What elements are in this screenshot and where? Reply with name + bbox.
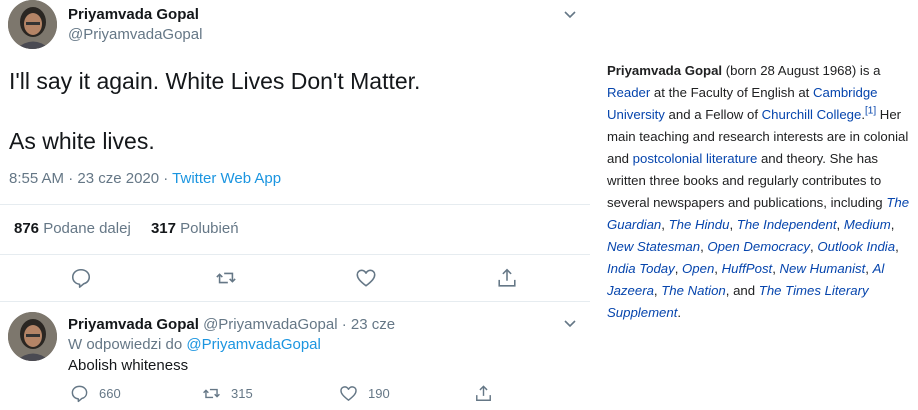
tweet-text-line1: I'll say it again. White Lives Don't Mat… bbox=[9, 68, 421, 94]
avatar[interactable] bbox=[8, 312, 57, 361]
divider bbox=[0, 301, 590, 302]
retweet-icon bbox=[203, 388, 220, 399]
replying-to: W odpowiedzi do @PriyamvadaGopal bbox=[68, 336, 321, 353]
engagement-stats: 876 Podane dalej 317 Polubień bbox=[14, 220, 255, 237]
like-count-button[interactable]: 190 bbox=[339, 384, 390, 403]
retweet-icon[interactable] bbox=[215, 267, 237, 289]
divider bbox=[0, 204, 590, 205]
retweet-count: 315 bbox=[231, 386, 253, 401]
wiki-link-publication[interactable]: Medium bbox=[844, 217, 891, 232]
author-handle[interactable]: @PriyamvadaGopal bbox=[68, 26, 202, 43]
like-icon[interactable] bbox=[355, 267, 377, 289]
reply-icon bbox=[71, 385, 88, 403]
mention-link[interactable]: @PriyamvadaGopal bbox=[186, 336, 320, 353]
reply-action-bar: 660 315 190 bbox=[0, 384, 590, 404]
wiki-link-publication[interactable]: New Statesman bbox=[607, 239, 700, 254]
avatar-photo bbox=[8, 0, 57, 49]
wiki-link-publication[interactable]: Open bbox=[682, 261, 714, 276]
wiki-link-publication[interactable]: The Independent bbox=[737, 217, 837, 232]
reply-author-name[interactable]: Priyamvada Gopal bbox=[68, 316, 199, 333]
reply-icon[interactable] bbox=[70, 267, 92, 289]
share-icon bbox=[476, 385, 491, 401]
chevron-down-icon[interactable] bbox=[563, 7, 577, 21]
chevron-down-icon[interactable] bbox=[563, 316, 577, 330]
wiki-link-churchill[interactable]: Churchill College bbox=[762, 107, 862, 122]
reply-count: 660 bbox=[99, 386, 121, 401]
share-button[interactable] bbox=[474, 384, 503, 403]
wiki-link-publication[interactable]: New Humanist bbox=[780, 261, 866, 276]
reply-header: Priyamvada Gopal @PriyamvadaGopal · 23 c… bbox=[68, 316, 395, 333]
retweets-stat[interactable]: 876 Podane dalej bbox=[14, 220, 131, 237]
wiki-link-postcolonial[interactable]: postcolonial literature bbox=[633, 151, 758, 166]
wiki-link-publication[interactable]: India Today bbox=[607, 261, 675, 276]
timestamp[interactable]: 8:55 AM · 23 cze 2020 · bbox=[9, 170, 172, 187]
tweet-text-line2: As white lives. bbox=[9, 128, 155, 154]
reply-text: Abolish whiteness bbox=[68, 357, 189, 374]
like-count: 190 bbox=[368, 386, 390, 401]
avatar[interactable] bbox=[8, 0, 57, 49]
share-icon[interactable] bbox=[496, 267, 518, 289]
wiki-link-reader[interactable]: Reader bbox=[607, 85, 650, 100]
like-icon bbox=[340, 386, 357, 401]
wiki-link-publication[interactable]: The Hindu bbox=[669, 217, 730, 232]
wiki-subject-name: Priyamvada Gopal bbox=[607, 63, 723, 78]
wiki-link-publication[interactable]: The Nation bbox=[661, 283, 726, 298]
tweet-meta: 8:55 AM · 23 cze 2020 · Twitter Web App bbox=[9, 170, 281, 187]
retweet-count-button[interactable]: 315 bbox=[202, 384, 253, 403]
likes-stat[interactable]: 317 Polubień bbox=[151, 220, 239, 237]
tweet-source-link[interactable]: Twitter Web App bbox=[172, 170, 281, 187]
tweet-panel: Priyamvada Gopal @PriyamvadaGopal I'll s… bbox=[0, 0, 590, 410]
divider bbox=[0, 254, 590, 255]
wiki-reference[interactable]: [1] bbox=[865, 106, 876, 117]
reply-author-handle[interactable]: @PriyamvadaGopal · 23 cze bbox=[203, 316, 395, 333]
wiki-link-publication[interactable]: HuffPost bbox=[722, 261, 773, 276]
author-name[interactable]: Priyamvada Gopal bbox=[68, 6, 199, 23]
avatar-photo bbox=[8, 312, 57, 361]
tweet-text: I'll say it again. White Lives Don't Mat… bbox=[9, 66, 569, 156]
wiki-link-publication[interactable]: Open Democracy bbox=[707, 239, 810, 254]
tweet-action-bar bbox=[0, 267, 590, 289]
wiki-link-publication[interactable]: Outlook India bbox=[817, 239, 895, 254]
reply-count-button[interactable]: 660 bbox=[70, 384, 121, 403]
wikipedia-excerpt: Priyamvada Gopal (born 28 August 1968) i… bbox=[607, 63, 910, 320]
